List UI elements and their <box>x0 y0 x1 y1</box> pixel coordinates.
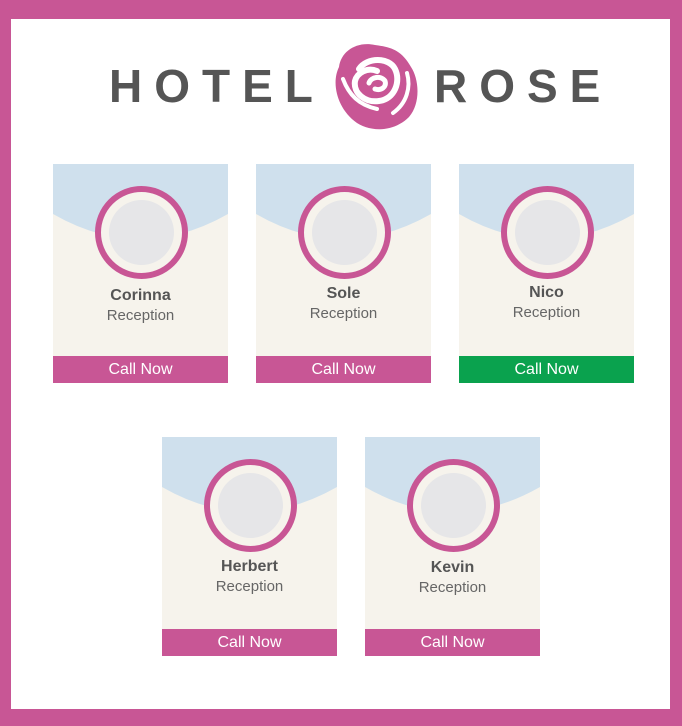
avatar-ring <box>298 186 391 279</box>
staff-name: Herbert <box>221 558 278 575</box>
avatar <box>515 200 580 265</box>
rose-icon <box>335 44 418 130</box>
staff-role: Reception <box>215 578 284 595</box>
staff-card: Herbert Reception Call Now <box>162 437 337 656</box>
staff-role: Reception <box>418 579 487 596</box>
staff-role: Reception <box>309 305 378 322</box>
call-now-button[interactable]: Call Now <box>53 356 228 383</box>
avatar-ring <box>95 186 188 279</box>
avatar <box>421 473 486 538</box>
logo-text-hotel: HOTEL <box>109 60 325 112</box>
call-now-button-active[interactable]: Call Now <box>459 356 634 383</box>
call-now-button[interactable]: Call Now <box>162 629 337 656</box>
staff-name: Nico <box>529 284 564 301</box>
staff-name: Corinna <box>110 287 171 304</box>
logo-text-rose: ROSE <box>434 60 613 112</box>
staff-role: Reception <box>512 304 581 321</box>
page-frame: HOTEL ROSE Corinna Reception Call Now So… <box>11 19 670 709</box>
staff-role: Reception <box>106 307 175 324</box>
avatar-ring <box>407 459 500 552</box>
avatar <box>312 200 377 265</box>
staff-card: Corinna Reception Call Now <box>53 164 228 383</box>
avatar <box>218 473 283 538</box>
staff-card: Kevin Reception Call Now <box>365 437 540 656</box>
staff-card: Sole Reception Call Now <box>256 164 431 383</box>
avatar <box>109 200 174 265</box>
staff-card: Nico Reception Call Now <box>459 164 634 383</box>
avatar-ring <box>501 186 594 279</box>
call-now-button[interactable]: Call Now <box>365 629 540 656</box>
staff-name: Kevin <box>430 559 475 576</box>
call-now-button[interactable]: Call Now <box>256 356 431 383</box>
hotel-logo: HOTEL ROSE <box>11 19 670 149</box>
avatar-ring <box>204 459 297 552</box>
staff-name: Sole <box>326 285 361 302</box>
